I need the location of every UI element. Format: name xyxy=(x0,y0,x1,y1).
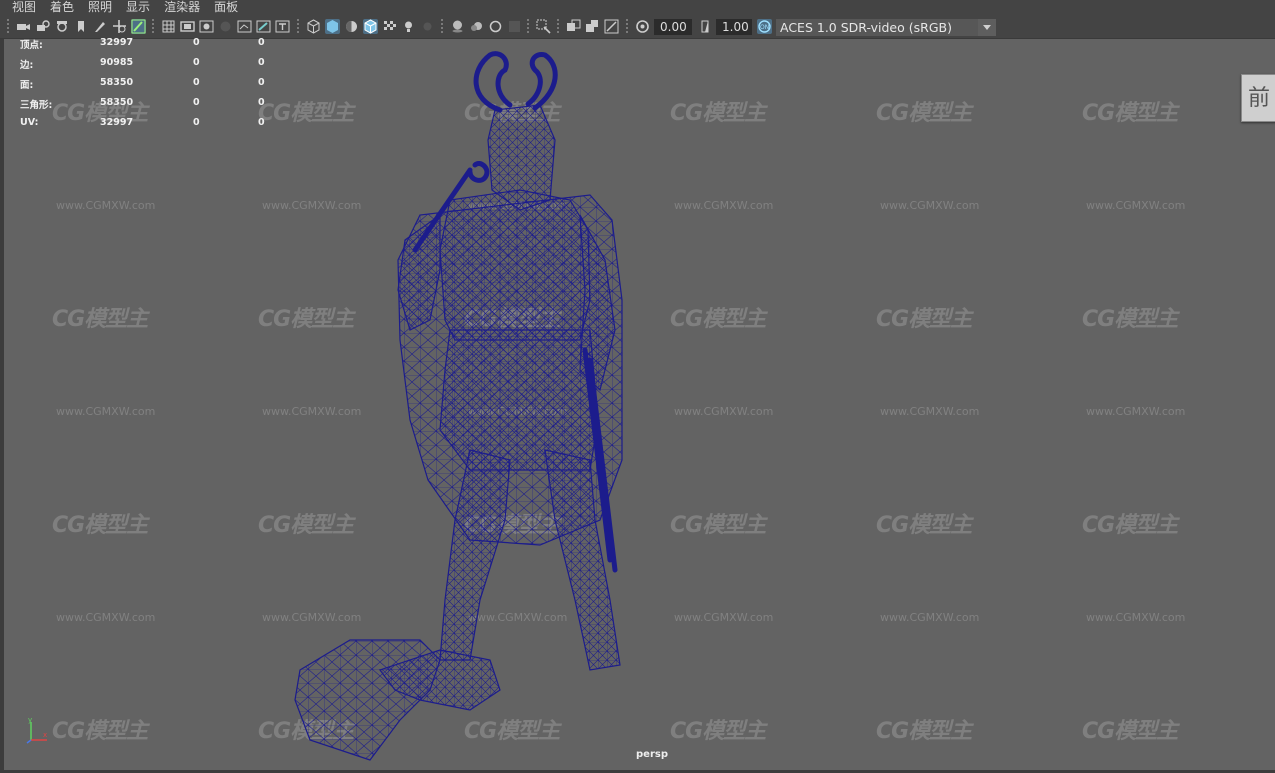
menu-lighting[interactable]: 照明 xyxy=(88,0,112,15)
hud-selected: 0 xyxy=(193,77,200,88)
hud-selected: 0 xyxy=(193,57,200,68)
torso-mesh[interactable] xyxy=(439,189,591,341)
hud-selected: 0 xyxy=(193,37,200,48)
hud-components: 0 xyxy=(258,57,265,68)
gamma-icon[interactable] xyxy=(698,19,713,34)
hud-components: 0 xyxy=(258,77,265,88)
film-gate-icon[interactable] xyxy=(180,19,195,34)
wireframe-on-shaded-icon[interactable] xyxy=(363,19,378,34)
isolate-select-icon[interactable] xyxy=(536,19,551,34)
hud-label: 面: xyxy=(20,80,34,91)
head-mesh[interactable] xyxy=(487,104,556,211)
safe-title-icon[interactable] xyxy=(275,19,290,34)
right-horn-mesh[interactable] xyxy=(525,51,558,111)
view-cube-face-label: 前 xyxy=(1248,86,1271,111)
exposure-field[interactable]: 0.00 xyxy=(654,19,692,35)
color-space-select[interactable]: ACES 1.0 SDR-video (sRGB) xyxy=(776,19,996,36)
gamma-field[interactable]: 1.00 xyxy=(716,19,752,35)
axis-gizmo-icon: y x xyxy=(26,716,47,744)
toolbar-separator xyxy=(527,19,529,35)
grease-pencil-icon[interactable] xyxy=(93,19,108,34)
resolution-gate-icon[interactable] xyxy=(199,19,214,34)
svg-text:y: y xyxy=(28,716,32,724)
svg-text:x: x xyxy=(43,731,47,739)
hud-label: 三角形: xyxy=(20,100,53,111)
toolbar-separator xyxy=(7,19,9,35)
svg-text:ON: ON xyxy=(760,24,769,31)
ambient-occlusion-icon[interactable] xyxy=(450,19,465,34)
persp-viewport[interactable]: CG模型主 CG模型主 CG模型主 CG模型主 www.CGMXW.com www.CGM… xyxy=(4,39,1275,770)
hud-value: 90985 xyxy=(100,57,134,68)
menu-bar: 视图 着色 照明 显示 渲染器 面板 xyxy=(0,0,1275,15)
hud-label: UV: xyxy=(20,117,39,128)
textured-icon[interactable] xyxy=(382,19,397,34)
2d-pan-zoom-icon[interactable] xyxy=(112,19,127,34)
select-camera-icon[interactable] xyxy=(16,19,31,34)
bookmark-camera-icon[interactable] xyxy=(55,19,70,34)
toolbar-separator xyxy=(297,19,299,35)
view-transform-icon[interactable]: ON xyxy=(757,19,772,34)
xray-active-components-icon[interactable] xyxy=(585,19,600,34)
grease-pencil-active-icon[interactable] xyxy=(131,19,146,34)
hud-value: 32997 xyxy=(100,117,134,128)
character-wireframe-mesh[interactable] xyxy=(4,39,1275,770)
hud-value: 58350 xyxy=(100,97,134,108)
camera-name-label: persp xyxy=(636,749,668,760)
anti-aliasing-icon[interactable] xyxy=(488,19,503,34)
toolbar-separator xyxy=(557,19,559,35)
menu-view[interactable]: 视图 xyxy=(12,0,36,15)
camera-attributes-icon[interactable] xyxy=(36,19,51,34)
menu-panels[interactable]: 面板 xyxy=(214,0,238,15)
default-material-icon[interactable] xyxy=(344,19,359,34)
hud-label: 顶点: xyxy=(20,40,43,51)
hud-value: 32997 xyxy=(100,37,134,48)
hud-selected: 0 xyxy=(193,117,200,128)
depth-of-field-icon[interactable] xyxy=(507,19,522,34)
hud-label: 边: xyxy=(20,60,34,71)
safe-action-icon[interactable] xyxy=(256,19,271,34)
motion-blur-icon[interactable] xyxy=(469,19,484,34)
hud-value: 58350 xyxy=(100,77,134,88)
grid-icon[interactable] xyxy=(161,19,176,34)
xray-icon[interactable] xyxy=(566,19,581,34)
hud-components: 0 xyxy=(258,37,265,48)
smooth-shade-icon[interactable] xyxy=(325,19,340,34)
feather-wing-mesh[interactable] xyxy=(294,639,441,761)
chevron-down-icon[interactable] xyxy=(978,19,996,36)
left-horn-mesh[interactable] xyxy=(473,51,513,113)
hud-components: 0 xyxy=(258,117,265,128)
hud-components: 0 xyxy=(258,97,265,108)
color-space-value: ACES 1.0 SDR-video (sRGB) xyxy=(780,20,952,35)
field-chart-icon[interactable] xyxy=(237,19,252,34)
gate-mask-icon[interactable] xyxy=(218,19,233,34)
lights-icon[interactable] xyxy=(401,19,416,34)
menu-renderer[interactable]: 渲染器 xyxy=(164,0,200,15)
menu-show[interactable]: 显示 xyxy=(126,0,150,15)
toolbar-separator xyxy=(152,19,154,35)
belt-skirt-mesh[interactable] xyxy=(439,329,599,471)
shadows-icon[interactable] xyxy=(420,19,435,34)
menu-shading[interactable]: 着色 xyxy=(50,0,74,15)
wireframe-icon[interactable] xyxy=(306,19,321,34)
xray-joints-icon[interactable] xyxy=(604,19,619,34)
panel-toolbar: 0.00 1.00 ON ACES 1.0 SDR-video (sRGB) xyxy=(0,15,1275,39)
image-plane-icon[interactable] xyxy=(74,19,89,34)
toolbar-separator xyxy=(441,19,443,35)
view-cube[interactable]: 前 xyxy=(1241,74,1275,122)
hud-selected: 0 xyxy=(193,97,200,108)
exposure-icon[interactable] xyxy=(635,19,650,34)
toolbar-separator xyxy=(626,19,628,35)
